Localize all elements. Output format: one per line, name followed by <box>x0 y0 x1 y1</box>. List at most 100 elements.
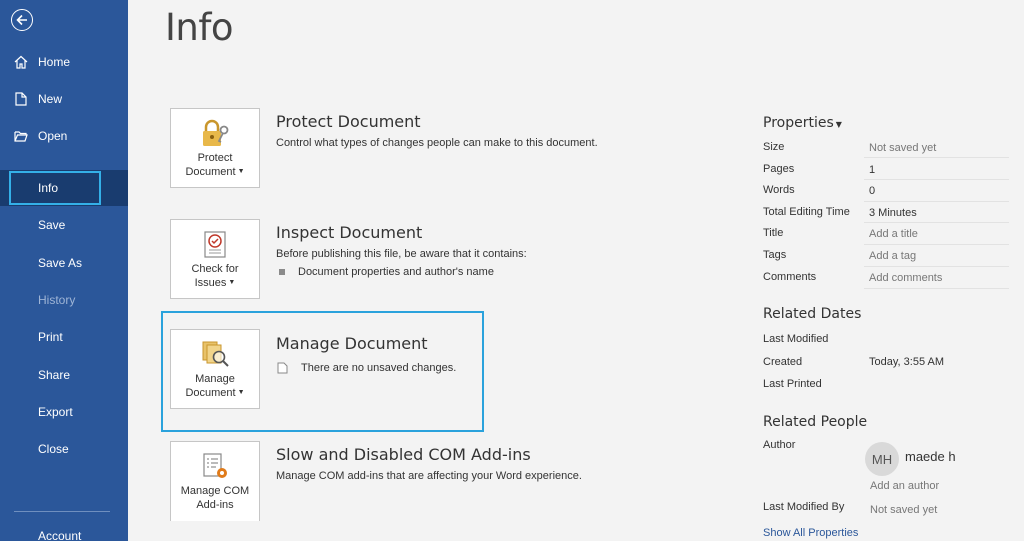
nav-info[interactable]: Info <box>0 170 128 206</box>
nav-save-as[interactable]: Save As <box>0 245 128 281</box>
show-all-properties-link[interactable]: Show All Properties <box>763 527 858 539</box>
prop-key-size: Size <box>763 141 785 153</box>
nav-open[interactable]: Open <box>0 118 128 154</box>
nav-account-label: Account <box>38 529 82 541</box>
nav-share-label: Share <box>38 368 71 382</box>
nav-home-label: Home <box>38 55 71 69</box>
bullet-square-icon <box>279 269 285 275</box>
nav-print[interactable]: Print <box>0 319 128 355</box>
manage-com-addins-button[interactable]: Manage COM Add-ins <box>170 441 260 521</box>
nav-close[interactable]: Close <box>0 431 128 467</box>
nav-home[interactable]: Home <box>0 44 128 80</box>
manage-document-icon <box>198 338 232 370</box>
related-dates-heading: Related Dates <box>763 306 862 322</box>
inspect-document-desc: Before publishing this file, be aware th… <box>276 248 527 260</box>
nav-info-focus-outline <box>9 171 101 205</box>
nav-save[interactable]: Save <box>0 207 128 243</box>
inspect-checklist-icon <box>198 228 232 260</box>
properties-heading-label: Properties <box>763 115 834 131</box>
dropdown-caret-icon: ▼ <box>228 279 236 287</box>
prop-val-words: 0 <box>869 185 876 197</box>
last-modified-by-value: Not saved yet <box>870 504 938 516</box>
prop-key-comments: Comments <box>763 271 817 283</box>
prop-key-pages: Pages <box>763 163 795 175</box>
nav-print-label: Print <box>38 330 63 344</box>
lock-key-icon <box>198 117 232 149</box>
nav-account[interactable]: Account <box>0 518 128 541</box>
date-val-created: Today, 3:55 AM <box>869 356 945 368</box>
author-label: Author <box>763 439 796 451</box>
protect-label-line2: Document <box>185 166 236 178</box>
addins-gear-icon <box>198 450 232 482</box>
check-for-issues-button[interactable]: Check for Issues ▼ <box>170 219 260 299</box>
dropdown-caret-icon: ▼ <box>237 168 245 176</box>
prop-divider <box>864 179 1009 180</box>
manage-document-title: Manage Document <box>276 334 428 353</box>
nav-share[interactable]: Share <box>0 357 128 393</box>
nav-new[interactable]: New <box>0 81 128 117</box>
new-document-icon <box>0 92 38 106</box>
manage-document-button[interactable]: Manage Document ▼ <box>170 329 260 409</box>
add-author-input[interactable]: Add an author <box>870 480 939 492</box>
properties-heading[interactable]: Properties ▼ <box>763 115 842 131</box>
back-arrow-icon[interactable] <box>11 9 33 31</box>
sidebar-divider <box>14 511 110 512</box>
related-people-heading: Related People <box>763 414 868 430</box>
check-label-line1: Check for <box>191 263 239 275</box>
page-title: Info <box>165 6 234 49</box>
prop-divider <box>864 157 1009 158</box>
nav-history: History <box>0 282 128 318</box>
com-addins-desc: Manage COM add-ins that are affecting yo… <box>276 470 582 482</box>
inspect-bullet-text: Document properties and author's name <box>298 266 494 278</box>
protect-document-title: Protect Document <box>276 112 421 131</box>
com-label-line1: Manage COM <box>180 485 250 497</box>
author-name[interactable]: maede h <box>905 449 956 464</box>
manage-label-line1: Manage <box>195 373 235 385</box>
prop-key-editing-time: Total Editing Time <box>763 206 850 218</box>
manage-document-button-label: Manage Document ▼ <box>185 372 244 400</box>
nav-new-label: New <box>38 92 63 106</box>
date-key-created: Created <box>763 356 803 368</box>
prop-divider <box>864 266 1009 267</box>
last-modified-by-label: Last Modified By <box>763 501 845 513</box>
prop-val-size: Not saved yet <box>869 142 937 154</box>
prop-key-title: Title <box>763 227 784 239</box>
folder-open-icon <box>0 130 38 142</box>
prop-key-words: Words <box>763 184 795 196</box>
protect-document-button[interactable]: Protect Document ▼ <box>170 108 260 188</box>
nav-close-label: Close <box>38 442 69 456</box>
com-addins-title: Slow and Disabled COM Add-ins <box>276 445 531 464</box>
protect-document-desc: Control what types of changes people can… <box>276 137 598 149</box>
date-key-last-modified: Last Modified <box>763 333 829 345</box>
prop-val-title-input[interactable]: Add a title <box>869 228 918 240</box>
manage-com-addins-button-label: Manage COM Add-ins <box>181 484 249 512</box>
inspect-bullet-item: Document properties and author's name <box>279 266 494 278</box>
backstage-sidebar: Home New Open Info Save Save As History … <box>0 0 128 541</box>
manage-document-desc: There are no unsaved changes. <box>301 362 457 374</box>
prop-divider <box>864 222 1009 223</box>
prop-val-editing-time: 3 Minutes <box>869 207 917 219</box>
nav-export[interactable]: Export <box>0 394 128 430</box>
protect-document-button-label: Protect Document ▼ <box>185 151 244 179</box>
date-key-last-printed: Last Printed <box>763 378 822 390</box>
home-icon <box>0 55 38 69</box>
inspect-document-title: Inspect Document <box>276 223 423 242</box>
protect-label-line1: Protect <box>197 152 233 164</box>
avatar: MH <box>865 442 899 476</box>
prop-divider <box>864 201 1009 202</box>
check-for-issues-button-label: Check for Issues ▼ <box>191 262 238 290</box>
nav-history-label: History <box>38 293 76 307</box>
prop-key-tags: Tags <box>763 249 787 261</box>
check-label-line2: Issues <box>194 277 227 289</box>
prop-val-tags-input[interactable]: Add a tag <box>869 250 916 262</box>
prop-val-pages: 1 <box>869 164 876 176</box>
prop-divider <box>864 244 1009 245</box>
com-label-line2: Add-ins <box>196 499 234 511</box>
nav-save-as-label: Save As <box>38 256 83 270</box>
prop-divider <box>864 288 1009 289</box>
nav-save-label: Save <box>38 218 66 232</box>
prop-val-comments-input[interactable]: Add comments <box>869 272 942 284</box>
dropdown-caret-icon: ▼ <box>835 120 842 129</box>
dropdown-caret-icon: ▼ <box>237 389 245 397</box>
manage-label-line2: Document <box>185 387 236 399</box>
